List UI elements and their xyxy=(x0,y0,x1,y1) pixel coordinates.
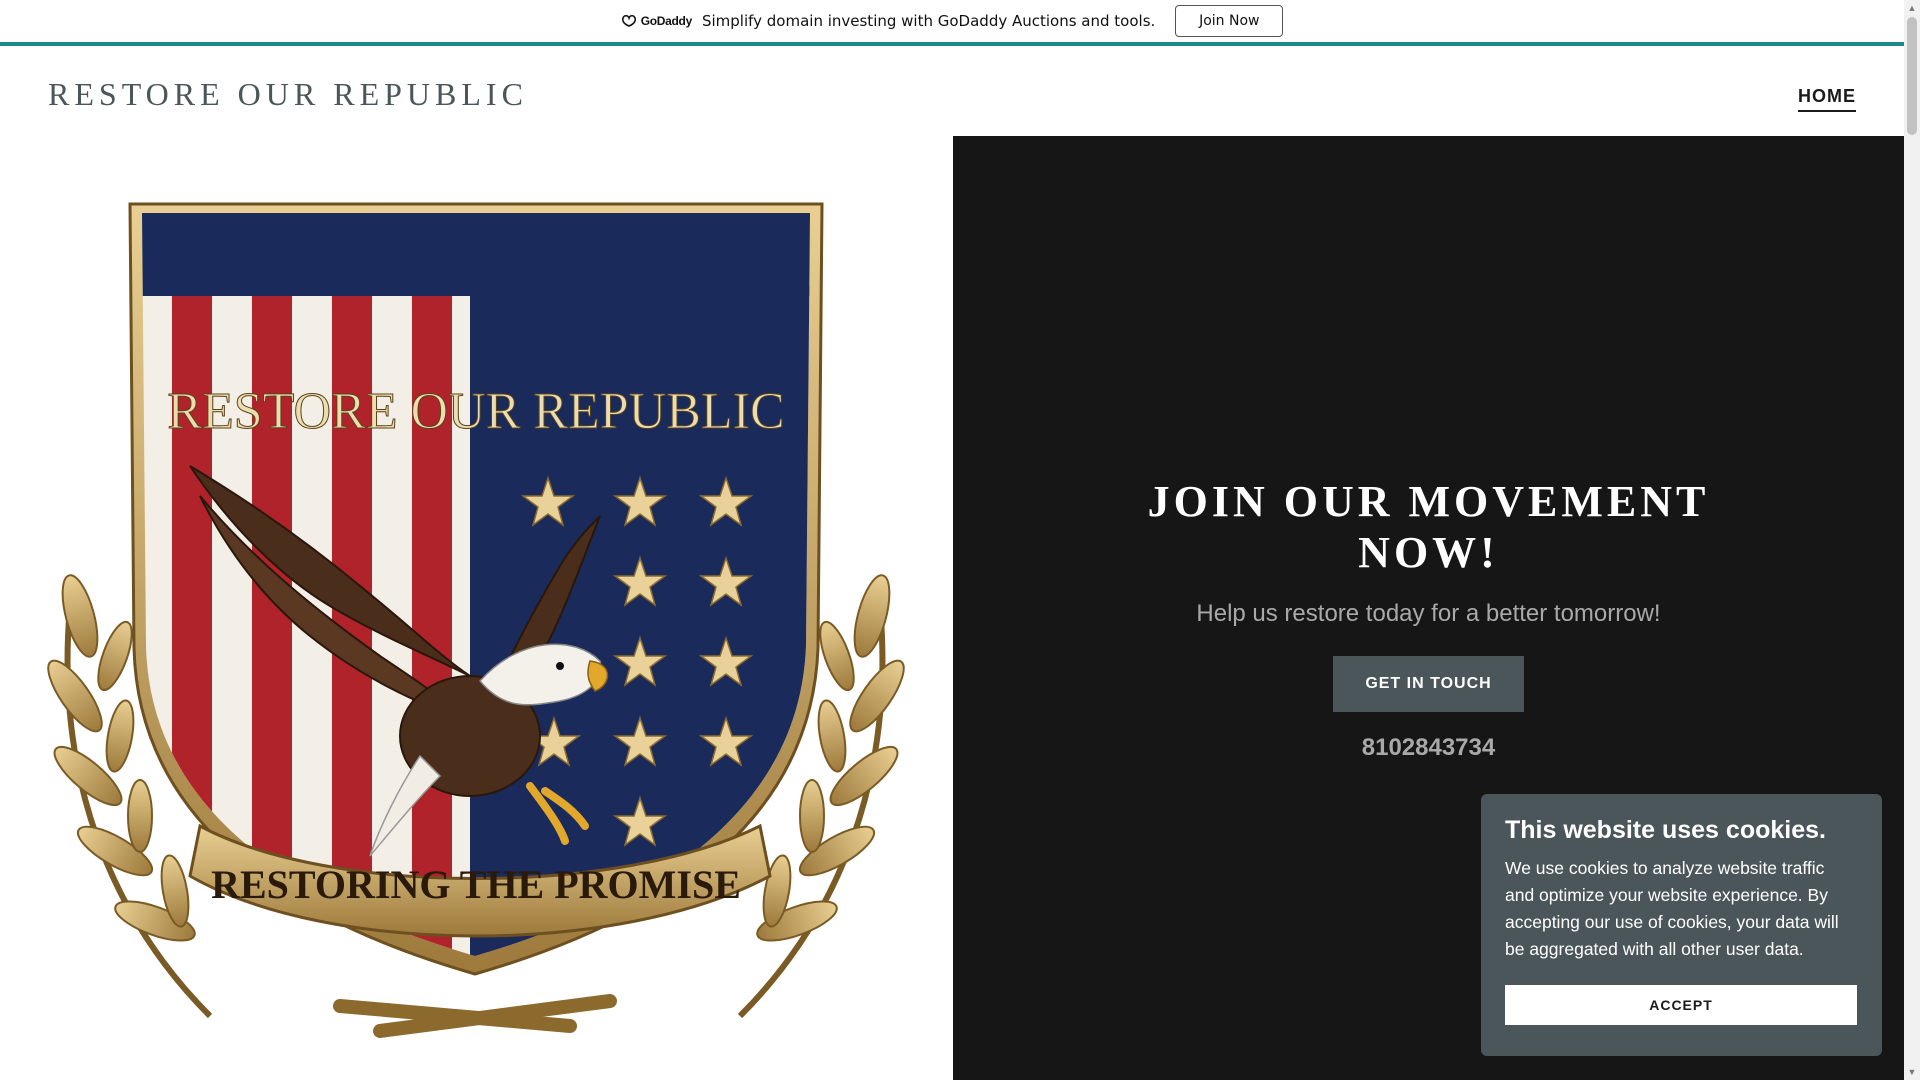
cookie-accept-button[interactable]: ACCEPT xyxy=(1505,985,1857,1025)
promo-inner: GoDaddy Simplify domain investing with G… xyxy=(621,0,1284,42)
site-header: RESTORE OUR REPUBLIC HOME xyxy=(0,50,1904,136)
godaddy-icon xyxy=(621,14,636,27)
phone-number[interactable]: 8102843734 xyxy=(953,734,1904,762)
join-now-button[interactable]: Join Now xyxy=(1175,5,1284,37)
promo-bar: GoDaddy Simplify domain investing with G… xyxy=(0,0,1904,46)
hero-subtitle: Help us restore today for a better tomor… xyxy=(1196,600,1661,627)
get-in-touch-button[interactable]: GET IN TOUCH xyxy=(1333,656,1524,712)
scroll-up-icon[interactable]: ▲ xyxy=(1904,0,1920,16)
site-title[interactable]: RESTORE OUR REPUBLIC xyxy=(48,76,528,113)
hero-title: JOIN OUR MOVEMENT NOW! xyxy=(1147,477,1710,577)
cookie-body: We use cookies to analyze website traffi… xyxy=(1505,858,1839,959)
godaddy-logo[interactable]: GoDaddy xyxy=(621,14,692,28)
emblem-banner-text: RESTORING THE PROMISE xyxy=(211,862,741,907)
scrollbar[interactable]: ▲ ▼ xyxy=(1904,0,1920,1080)
scroll-thumb[interactable] xyxy=(1907,17,1917,135)
cookie-title: This website uses cookies. xyxy=(1505,816,1826,844)
emblem-top-text: RESTORE OUR REPUBLIC xyxy=(167,383,784,440)
godaddy-wordmark: GoDaddy xyxy=(640,14,693,28)
scroll-down-icon[interactable]: ▼ xyxy=(1904,1064,1920,1080)
nav-home-link[interactable]: HOME xyxy=(1798,86,1856,112)
restore-our-republic-emblem: RESTORE OUR REPUBLIC RESTORING THE PROMI… xyxy=(47,202,905,1038)
hero-content: JOIN OUR MOVEMENT NOW! Help us restore t… xyxy=(953,476,1904,762)
cookie-banner: This website uses cookies. We use cookie… xyxy=(1481,794,1882,1056)
promo-text: Simplify domain investing with GoDaddy A… xyxy=(701,12,1156,30)
hero-image-panel: RESTORE OUR REPUBLIC RESTORING THE PROMI… xyxy=(0,136,953,1080)
crossed-stems xyxy=(333,994,617,1038)
